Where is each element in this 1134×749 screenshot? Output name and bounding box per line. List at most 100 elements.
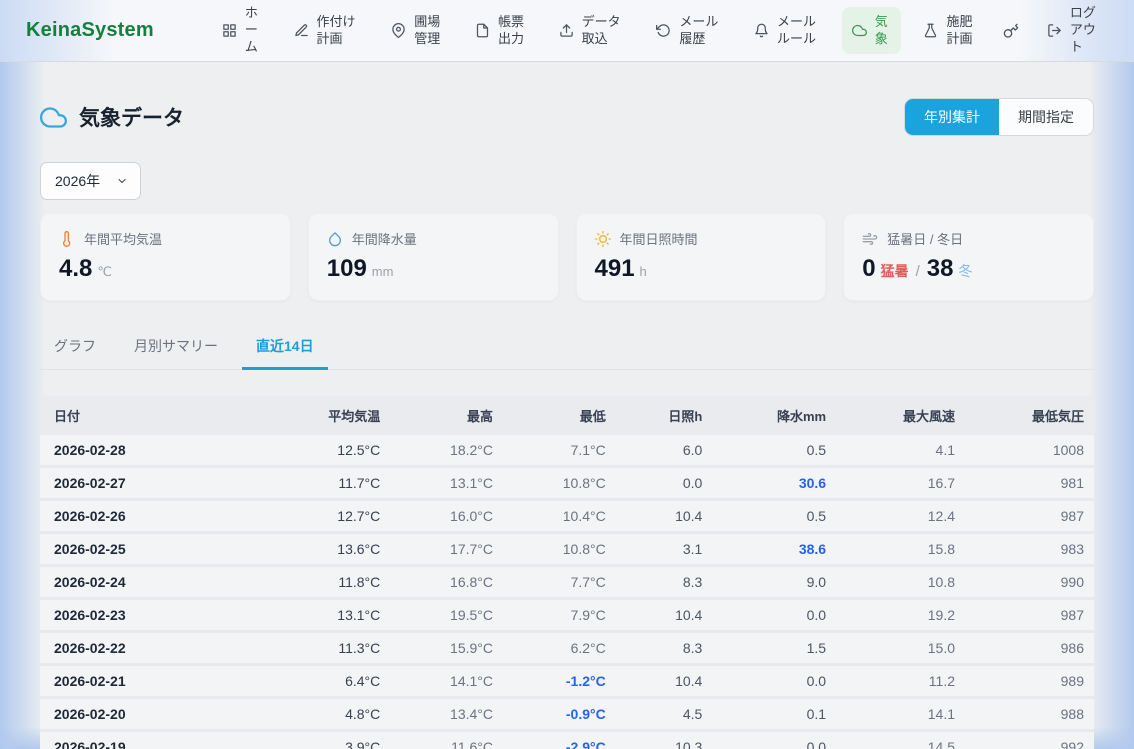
cell-pressure: 990 bbox=[965, 566, 1094, 599]
stat-value: 109 bbox=[327, 255, 367, 283]
nav-item-fertilizer-plan[interactable]: 施肥計画 bbox=[913, 7, 984, 55]
table-row: 2026-02-193.9°C11.6°C-2.9°C10.30.014.599… bbox=[40, 731, 1094, 749]
cell-min: 7.7°C bbox=[503, 566, 616, 599]
cell-avg: 13.1°C bbox=[261, 599, 390, 632]
column-header: 最低 bbox=[503, 396, 616, 435]
flask-icon bbox=[923, 23, 938, 38]
cell-wind: 15.0 bbox=[836, 632, 965, 665]
nav-item-label: メール履歴 bbox=[679, 14, 721, 48]
tab-last-14-days[interactable]: 直近14日 bbox=[242, 327, 328, 370]
nav-item-planting-plan[interactable]: 作付け計画 bbox=[284, 7, 369, 55]
cell-wind: 10.8 bbox=[836, 566, 965, 599]
stat-label: 年間降水量 bbox=[352, 229, 417, 248]
cell-date: 2026-02-26 bbox=[40, 500, 261, 533]
table-row: 2026-02-2812.5°C18.2°C7.1°C6.00.54.11008 bbox=[40, 435, 1094, 467]
cell-rain: 1.5 bbox=[712, 632, 836, 665]
cell-min: -1.2°C bbox=[503, 665, 616, 698]
cell-wind: 12.4 bbox=[836, 500, 965, 533]
cell-sun: 10.4 bbox=[616, 599, 713, 632]
weather-table: 日付平均気温最高最低日照h降水mm最大風速最低気圧 2026-02-2812.5… bbox=[40, 396, 1094, 749]
nav-item-label: 施肥計画 bbox=[946, 14, 974, 48]
nav-item-mail-history[interactable]: メール履歴 bbox=[646, 7, 731, 55]
column-header: 最低気圧 bbox=[965, 396, 1094, 435]
cell-avg: 4.8°C bbox=[261, 698, 390, 731]
pen-icon bbox=[294, 23, 309, 38]
wind-icon bbox=[862, 231, 878, 247]
brand-logo[interactable]: KeinaSystem bbox=[26, 19, 154, 42]
column-header: 日付 bbox=[40, 396, 261, 435]
cell-min: 10.8°C bbox=[503, 533, 616, 566]
nav-item-data-import[interactable]: データ取込 bbox=[549, 7, 634, 55]
cell-sun: 4.5 bbox=[616, 698, 713, 731]
cell-sun: 8.3 bbox=[616, 566, 713, 599]
period-toggle-button[interactable]: 期間指定 bbox=[999, 99, 1093, 135]
cell-pressure: 988 bbox=[965, 698, 1094, 731]
nav-item-report-output[interactable]: 帳票出力 bbox=[465, 7, 536, 55]
cell-pressure: 981 bbox=[965, 467, 1094, 500]
cell-pressure: 987 bbox=[965, 599, 1094, 632]
cell-avg: 12.7°C bbox=[261, 500, 390, 533]
cell-min: -0.9°C bbox=[503, 698, 616, 731]
document-icon bbox=[475, 23, 490, 38]
cell-rain: 0.0 bbox=[712, 731, 836, 749]
tab-graph[interactable]: グラフ bbox=[40, 327, 110, 370]
weather-table-header: 日付平均気温最高最低日照h降水mm最大風速最低気圧 bbox=[40, 396, 1094, 435]
cell-avg: 11.8°C bbox=[261, 566, 390, 599]
cell-max: 13.1°C bbox=[390, 467, 503, 500]
cold-days-label: 冬 bbox=[958, 261, 972, 281]
cell-wind: 14.1 bbox=[836, 698, 965, 731]
cell-min: 7.9°C bbox=[503, 599, 616, 632]
map-pin-icon bbox=[391, 23, 406, 38]
hot-days-label: 猛暑 bbox=[881, 261, 909, 281]
column-header: 日照h bbox=[616, 396, 713, 435]
nav-item-logout[interactable]: ログアウト bbox=[1037, 0, 1108, 63]
cell-date: 2026-02-24 bbox=[40, 566, 261, 599]
table-row: 2026-02-2313.1°C19.5°C7.9°C10.40.019.298… bbox=[40, 599, 1094, 632]
nav-item-field-management[interactable]: 圃場管理 bbox=[381, 7, 452, 55]
cell-date: 2026-02-20 bbox=[40, 698, 261, 731]
chevron-down-icon bbox=[116, 175, 128, 187]
cell-max: 14.1°C bbox=[390, 665, 503, 698]
cell-max: 19.5°C bbox=[390, 599, 503, 632]
stat-unit: mm bbox=[372, 264, 394, 279]
cell-rain: 0.5 bbox=[712, 435, 836, 467]
cell-date: 2026-02-21 bbox=[40, 665, 261, 698]
nav-item-home[interactable]: ホーム bbox=[212, 0, 271, 63]
view-toggle: 年別集計 期間指定 bbox=[904, 98, 1094, 136]
cell-rain: 0.5 bbox=[712, 500, 836, 533]
nav-menu: ホーム 作付け計画 圃場管理 帳票出力 データ取込 メール履歴 メールルール bbox=[212, 0, 1108, 63]
stat-card-sunshine: 年間日照時間 491 h bbox=[576, 213, 827, 301]
year-select[interactable]: 2026年 bbox=[40, 162, 141, 200]
cell-date: 2026-02-28 bbox=[40, 435, 261, 467]
cell-max: 17.7°C bbox=[390, 533, 503, 566]
cell-wind: 11.2 bbox=[836, 665, 965, 698]
droplet-icon bbox=[327, 231, 343, 247]
hot-days-value: 0 bbox=[862, 255, 875, 283]
stat-label: 猛暑日 / 冬日 bbox=[887, 229, 963, 248]
cell-date: 2026-02-25 bbox=[40, 533, 261, 566]
yearly-toggle-button[interactable]: 年別集計 bbox=[905, 99, 999, 135]
nav-item-weather[interactable]: 気象 bbox=[842, 7, 901, 55]
nav-item-mail-rules[interactable]: メールルール bbox=[744, 7, 829, 55]
cell-min: 10.4°C bbox=[503, 500, 616, 533]
stat-label: 年間日照時間 bbox=[620, 229, 698, 248]
nav-item-label: ホーム bbox=[245, 5, 261, 56]
thermometer-icon bbox=[59, 231, 75, 247]
weather-table-body: 2026-02-2812.5°C18.2°C7.1°C6.00.54.11008… bbox=[40, 435, 1094, 749]
cell-sun: 10.3 bbox=[616, 731, 713, 749]
cell-avg: 3.9°C bbox=[261, 731, 390, 749]
cell-pressure: 989 bbox=[965, 665, 1094, 698]
cell-sun: 8.3 bbox=[616, 632, 713, 665]
cold-days-value: 38 bbox=[927, 255, 954, 283]
key-button[interactable] bbox=[997, 16, 1024, 45]
cell-max: 15.9°C bbox=[390, 632, 503, 665]
cell-date: 2026-02-23 bbox=[40, 599, 261, 632]
cell-avg: 11.3°C bbox=[261, 632, 390, 665]
table-row: 2026-02-2711.7°C13.1°C10.8°C0.030.616.79… bbox=[40, 467, 1094, 500]
cell-pressure: 983 bbox=[965, 533, 1094, 566]
cell-max: 11.6°C bbox=[390, 731, 503, 749]
cloud-icon bbox=[40, 104, 67, 131]
cell-wind: 19.2 bbox=[836, 599, 965, 632]
tab-monthly-summary[interactable]: 月別サマリー bbox=[120, 327, 232, 370]
main-nav: KeinaSystem ホーム 作付け計画 圃場管理 帳票出力 データ取込 メー… bbox=[0, 0, 1134, 62]
